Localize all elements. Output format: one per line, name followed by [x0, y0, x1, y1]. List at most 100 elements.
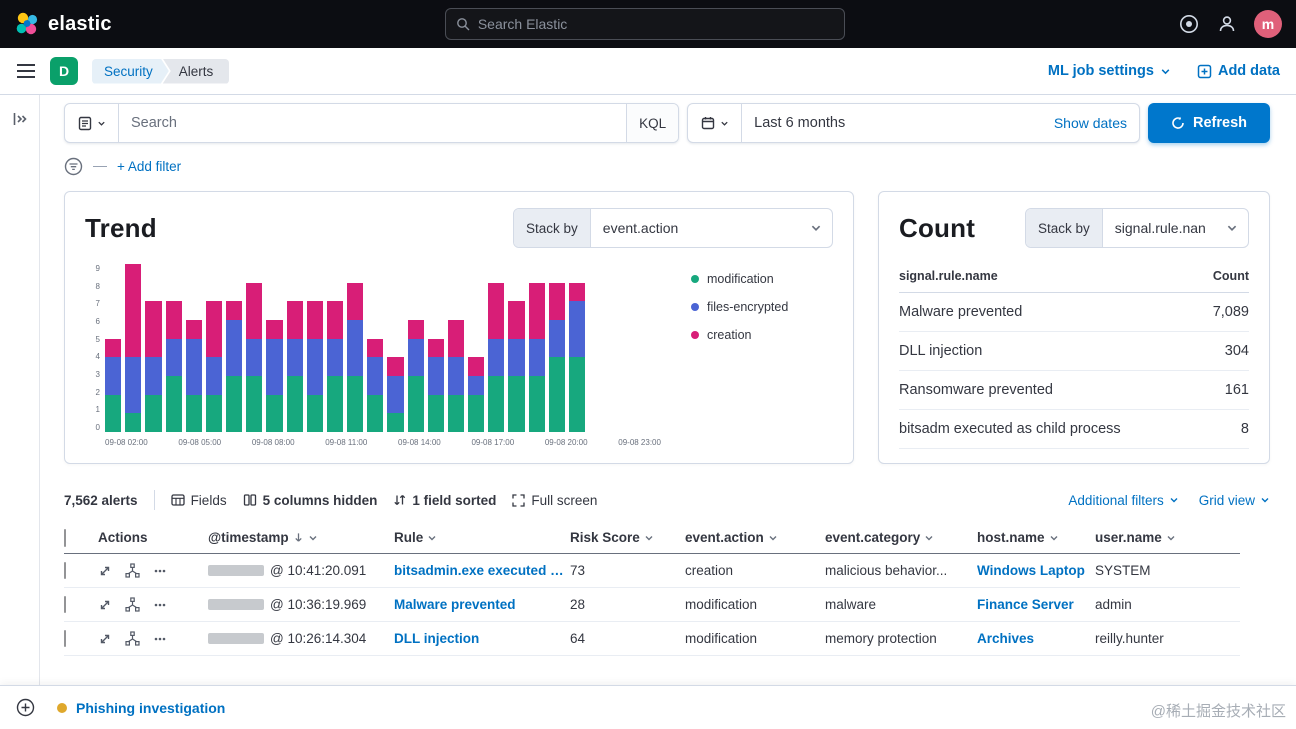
- user-settings-icon[interactable]: [1216, 13, 1238, 35]
- user-avatar[interactable]: m: [1253, 10, 1282, 38]
- trend-bar[interactable]: [326, 301, 344, 432]
- column-header-rule[interactable]: Rule: [394, 530, 570, 545]
- analyze-event-icon[interactable]: [125, 631, 140, 646]
- rule-link[interactable]: bitsadmin.exe executed as ...: [394, 563, 570, 578]
- trend-bar[interactable]: [387, 357, 404, 432]
- rule-link[interactable]: DLL injection: [394, 631, 570, 646]
- timeline-toggle[interactable]: Phishing investigation: [57, 700, 225, 716]
- count-table-row[interactable]: Malware prevented 7,089: [899, 293, 1249, 332]
- date-range-value[interactable]: Last 6 months: [742, 115, 1054, 131]
- analyze-event-icon[interactable]: [125, 563, 140, 578]
- global-search-input[interactable]: Search Elastic: [444, 8, 845, 40]
- chevron-down-icon[interactable]: [1166, 533, 1176, 543]
- column-header-user-name[interactable]: user.name: [1095, 530, 1240, 545]
- trend-bar[interactable]: [427, 338, 444, 432]
- field-sorted-button[interactable]: 1 field sorted: [393, 493, 496, 508]
- space-avatar[interactable]: D: [50, 57, 78, 85]
- trend-bar[interactable]: [226, 301, 243, 432]
- chevron-down-icon[interactable]: [427, 533, 437, 543]
- trend-stack-by-select[interactable]: Stack by event.action: [513, 208, 833, 248]
- trend-bar[interactable]: [246, 282, 263, 432]
- trend-bar[interactable]: [548, 282, 565, 432]
- column-header-risk-score[interactable]: Risk Score: [570, 530, 685, 545]
- trend-bar[interactable]: [347, 282, 364, 432]
- trend-bar[interactable]: [367, 338, 384, 432]
- grid-view-button[interactable]: Grid view: [1199, 493, 1270, 508]
- add-data-button[interactable]: Add data: [1197, 63, 1280, 79]
- add-filter-button[interactable]: + Add filter: [117, 159, 181, 174]
- count-table-row[interactable]: DLL injection 304: [899, 332, 1249, 371]
- additional-filters-button[interactable]: Additional filters: [1068, 493, 1178, 508]
- trend-bar[interactable]: [205, 301, 223, 432]
- count-title: Count: [899, 212, 976, 243]
- trend-bar[interactable]: [306, 301, 323, 432]
- alert-row[interactable]: @ 10:41:20.091 bitsadmin.exe executed as…: [64, 554, 1240, 588]
- kql-search-input[interactable]: Search: [119, 115, 626, 131]
- more-actions-icon[interactable]: [153, 564, 167, 578]
- trend-bar[interactable]: [568, 282, 586, 432]
- host-name-link[interactable]: Windows Laptop: [977, 563, 1095, 578]
- chevron-down-icon[interactable]: [308, 533, 318, 543]
- select-all-checkbox[interactable]: [64, 528, 66, 547]
- chevron-down-icon[interactable]: [1049, 533, 1059, 543]
- kql-language-button[interactable]: KQL: [626, 104, 679, 142]
- trend-bar[interactable]: [508, 301, 525, 432]
- trend-bar[interactable]: [165, 301, 182, 432]
- columns-hidden-button[interactable]: 5 columns hidden: [243, 493, 377, 508]
- legend-item-files-encrypted[interactable]: files-encrypted: [691, 300, 788, 314]
- legend-item-modification[interactable]: modification: [691, 272, 788, 286]
- alert-row[interactable]: @ 10:36:19.969 Malware prevented 28 modi…: [64, 588, 1240, 622]
- legend-item-creation[interactable]: creation: [691, 328, 788, 342]
- trend-bar[interactable]: [407, 320, 424, 432]
- count-table-row[interactable]: Ransomware prevented 161: [899, 371, 1249, 410]
- count-table-row[interactable]: bitsadm executed as child process 8: [899, 410, 1249, 449]
- chevron-down-icon[interactable]: [924, 533, 934, 543]
- refresh-button[interactable]: Refresh: [1148, 103, 1270, 143]
- column-header-host-name[interactable]: host.name: [977, 530, 1095, 545]
- filter-set-icon[interactable]: [64, 157, 83, 176]
- trend-bar[interactable]: [528, 282, 545, 432]
- chevron-down-icon[interactable]: [768, 533, 778, 543]
- show-dates-button[interactable]: Show dates: [1054, 115, 1139, 131]
- trend-bar[interactable]: [125, 264, 142, 432]
- analyze-event-icon[interactable]: [125, 597, 140, 612]
- trend-bar[interactable]: [468, 357, 485, 432]
- expand-alert-icon[interactable]: [98, 598, 112, 612]
- count-stack-by-select[interactable]: Stack by signal.rule.nan: [1025, 208, 1249, 248]
- field-sorted-label: 1 field sorted: [412, 492, 497, 508]
- trend-bar[interactable]: [447, 320, 465, 432]
- more-actions-icon[interactable]: [153, 632, 167, 646]
- add-timeline-icon[interactable]: [16, 698, 35, 717]
- trend-bar[interactable]: [185, 320, 202, 432]
- elastic-logo[interactable]: elastic: [14, 11, 112, 37]
- saved-query-menu-button[interactable]: [65, 104, 119, 142]
- ml-job-settings-button[interactable]: ML job settings: [1048, 63, 1171, 79]
- date-quick-menu-button[interactable]: [688, 104, 743, 142]
- rule-link[interactable]: Malware prevented: [394, 597, 570, 612]
- row-checkbox[interactable]: [64, 562, 66, 579]
- host-name-link[interactable]: Archives: [977, 631, 1095, 646]
- fields-button[interactable]: Fields: [170, 493, 227, 508]
- column-header-event-action[interactable]: event.action: [685, 530, 825, 545]
- expand-alert-icon[interactable]: [98, 632, 112, 646]
- breadcrumb-alerts[interactable]: Alerts: [162, 58, 230, 84]
- row-checkbox[interactable]: [64, 596, 66, 613]
- row-checkbox[interactable]: [64, 630, 66, 647]
- trend-bar[interactable]: [488, 282, 505, 432]
- breadcrumb-security[interactable]: Security: [92, 59, 169, 84]
- trend-bar[interactable]: [105, 338, 122, 432]
- column-header-timestamp[interactable]: @timestamp: [208, 530, 394, 545]
- trend-bar[interactable]: [286, 301, 303, 432]
- more-actions-icon[interactable]: [153, 598, 167, 612]
- expand-alert-icon[interactable]: [98, 564, 112, 578]
- column-header-event-category[interactable]: event.category: [825, 530, 977, 545]
- trend-bar[interactable]: [145, 301, 162, 432]
- help-icon[interactable]: [1178, 13, 1200, 35]
- host-name-link[interactable]: Finance Server: [977, 597, 1095, 612]
- chevron-down-icon[interactable]: [644, 533, 654, 543]
- trend-bar[interactable]: [266, 320, 283, 432]
- expand-sidebar-icon[interactable]: [12, 111, 28, 129]
- alert-row[interactable]: @ 10:26:14.304 DLL injection 64 modifica…: [64, 622, 1240, 656]
- menu-icon[interactable]: [16, 63, 36, 79]
- full-screen-button[interactable]: Full screen: [512, 493, 597, 508]
